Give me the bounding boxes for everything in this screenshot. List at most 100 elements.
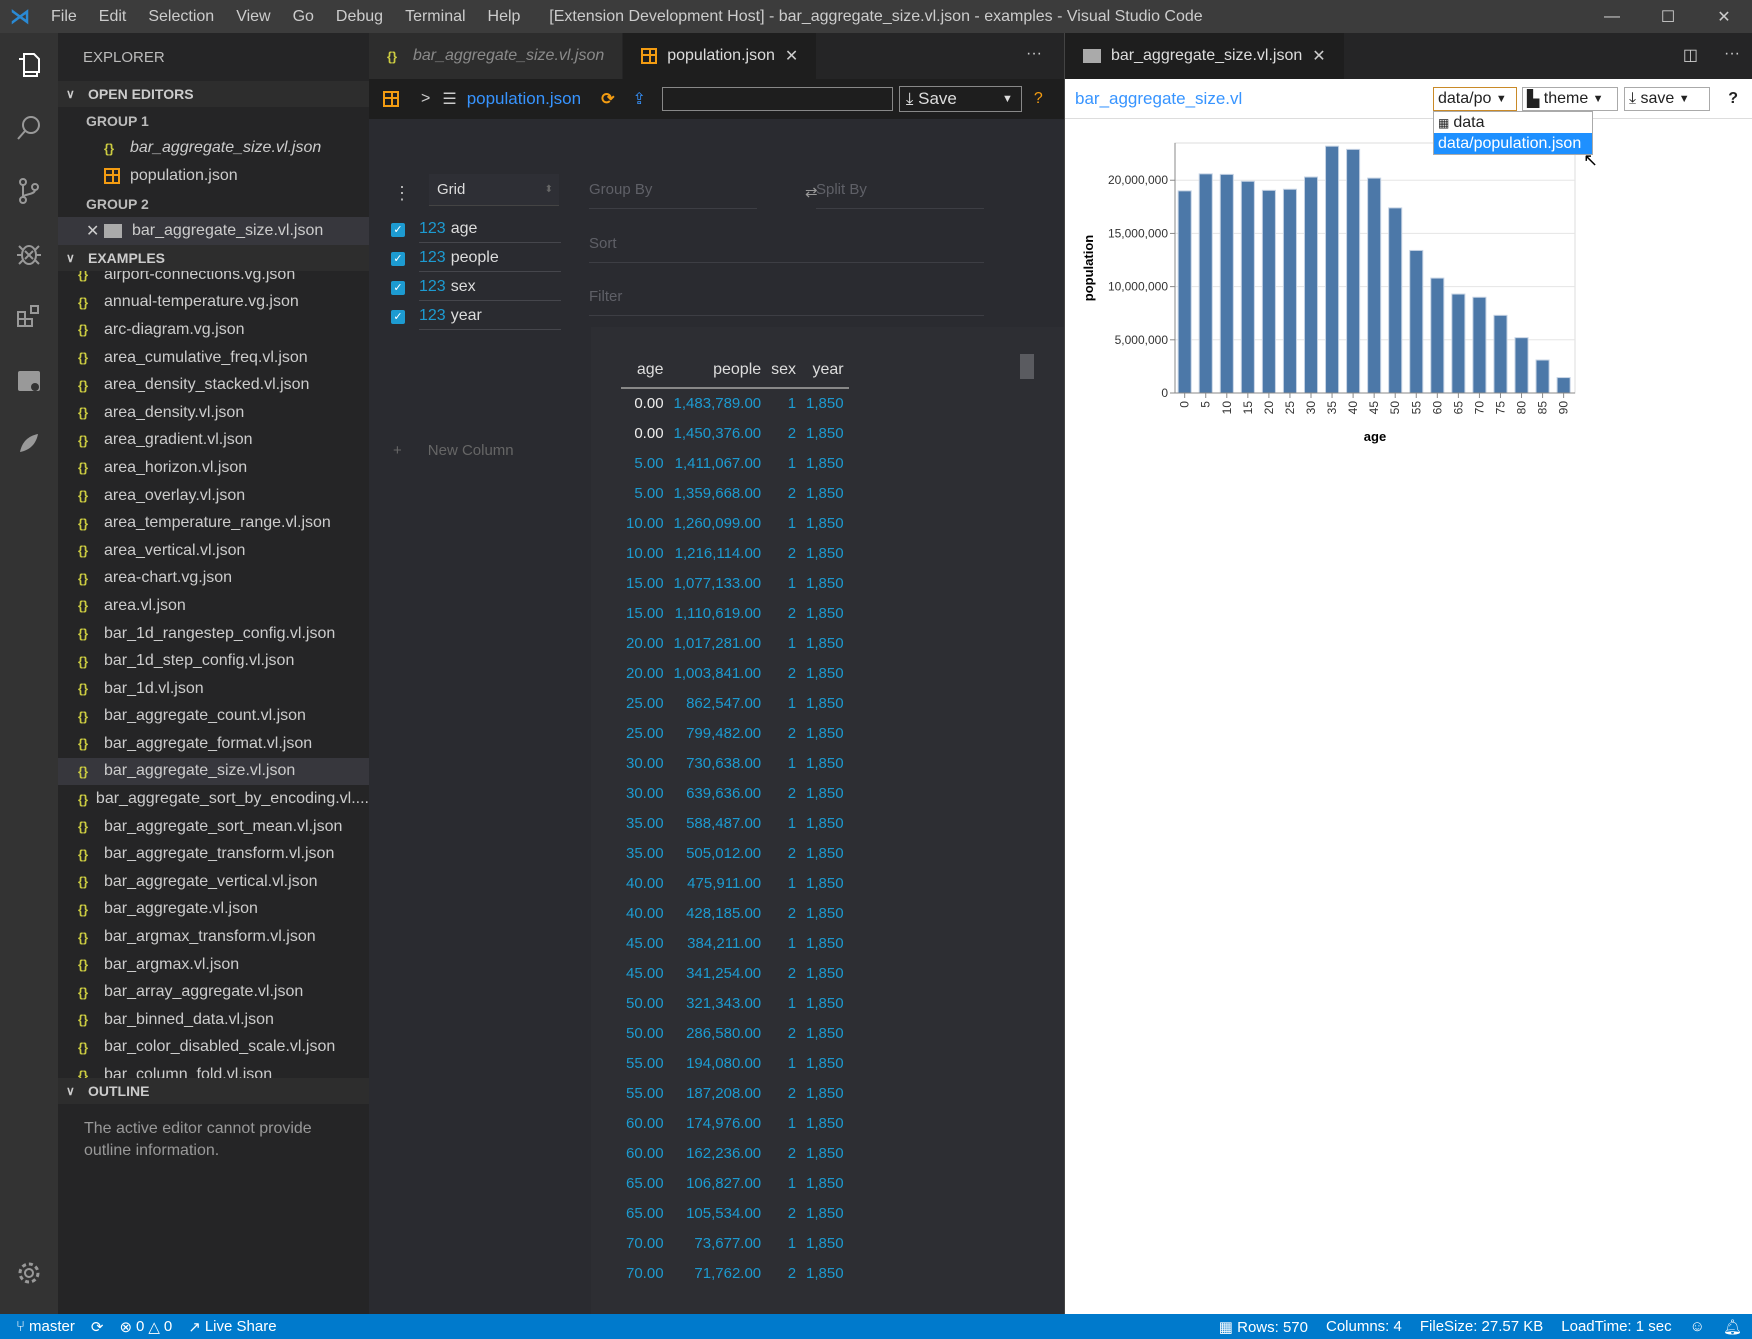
refresh-icon[interactable]: ⟳ xyxy=(601,89,614,109)
group-by-field[interactable]: Group By xyxy=(589,181,757,209)
vertical-dots-icon[interactable]: ⋮ xyxy=(393,183,411,204)
open-editor-item[interactable]: {} bar_aggregate_size.vl.json xyxy=(58,134,369,162)
example-file-item[interactable]: {} bar_aggregate_vertical.vl.json xyxy=(58,868,369,896)
example-file-item[interactable]: {} area_overlay.vl.json xyxy=(58,482,369,510)
example-file-item[interactable]: {} bar_color_disabled_scale.vl.json xyxy=(58,1034,369,1062)
menu-view[interactable]: View xyxy=(225,8,281,26)
help-button[interactable]: ? xyxy=(1728,90,1738,108)
example-file-item[interactable]: {} bar_argmax.vl.json xyxy=(58,951,369,979)
column-item-age[interactable]: ✓ 123 age xyxy=(391,216,561,243)
example-file-item[interactable]: {} area.vl.json xyxy=(58,592,369,620)
maximize-button[interactable]: ☐ xyxy=(1640,0,1696,33)
problems-item[interactable]: ⊗ 0 △ 0 xyxy=(119,1318,172,1336)
example-file-item[interactable]: {} arc-diagram.vg.json xyxy=(58,316,369,344)
example-file-item[interactable]: {} bar_aggregate_sort_mean.vl.json xyxy=(58,813,369,841)
menu-go[interactable]: Go xyxy=(282,8,325,26)
example-file-item[interactable]: {} area_temperature_range.vl.json xyxy=(58,509,369,537)
search-input[interactable] xyxy=(661,87,893,111)
example-file-item[interactable]: {} bar_1d.vl.json xyxy=(58,675,369,703)
dropdown-option-data[interactable]: ▦ data xyxy=(1434,112,1592,133)
sort-field[interactable]: Sort xyxy=(589,235,984,263)
example-file-item[interactable]: {} airport-connections.vg.json xyxy=(58,271,369,289)
example-file-item[interactable]: {} bar_array_aggregate.vl.json xyxy=(58,978,369,1006)
example-file-item[interactable]: {} bar_binned_data.vl.json xyxy=(58,1006,369,1034)
column-header[interactable]: people xyxy=(668,357,767,389)
example-file-item[interactable]: {} bar_aggregate_sort_by_encoding.vl.... xyxy=(58,785,369,813)
checkbox[interactable]: ✓ xyxy=(391,222,405,237)
spec-title-link[interactable]: bar_aggregate_size.vl xyxy=(1075,89,1242,109)
feedback-icon[interactable]: ☺ xyxy=(1690,1318,1705,1335)
tab-preview[interactable]: bar_aggregate_size.vl.json ✕ xyxy=(1065,33,1345,79)
filter-field[interactable]: Filter xyxy=(589,288,984,316)
new-column-button[interactable]: + New Column xyxy=(393,442,514,459)
example-file-item[interactable]: {} bar_1d_rangestep_config.vl.json xyxy=(58,620,369,648)
example-file-item[interactable]: {} bar_column_fold.vl.json xyxy=(58,1061,369,1078)
more-actions-icon[interactable]: ··· xyxy=(1026,45,1042,63)
example-file-item[interactable]: {} bar_1d_step_config.vl.json xyxy=(58,647,369,675)
bell-icon[interactable]: 🔔︎ xyxy=(1723,1318,1742,1336)
example-file-item[interactable]: {} area_density_stacked.vl.json xyxy=(58,371,369,399)
example-file-item[interactable]: {} area_gradient.vl.json xyxy=(58,427,369,455)
example-file-item[interactable]: {} bar_aggregate_format.vl.json xyxy=(58,730,369,758)
menu-edit[interactable]: Edit xyxy=(88,8,138,26)
theme-button[interactable]: ▙ theme ▼ xyxy=(1522,87,1618,111)
debug-icon[interactable] xyxy=(0,222,58,285)
sync-button[interactable]: ⟳ xyxy=(91,1318,104,1336)
menu-selection[interactable]: Selection xyxy=(137,8,225,26)
checkbox[interactable]: ✓ xyxy=(391,280,405,295)
dropdown-arrow-icon[interactable]: ▼ xyxy=(1002,93,1013,105)
upload-icon[interactable]: ⇪ xyxy=(632,89,645,109)
save-button[interactable]: ⤓ save ▼ xyxy=(1624,87,1710,111)
open-editors-header[interactable]: ∨ OPEN EDITORS xyxy=(58,81,369,107)
save-button[interactable]: ⤓ Save ▼ xyxy=(898,86,1022,112)
rocket-icon[interactable] xyxy=(0,411,58,474)
split-editor-icon[interactable]: ◫ xyxy=(1683,45,1698,65)
example-file-item[interactable]: {} bar_aggregate_transform.vl.json xyxy=(58,840,369,868)
column-header[interactable]: sex xyxy=(766,357,802,389)
grid-scrollbar[interactable] xyxy=(1020,354,1034,379)
split-by-field[interactable]: Split By xyxy=(816,181,984,209)
column-item-year[interactable]: ✓ 123 year xyxy=(391,303,561,330)
open-editor-item[interactable]: population.json xyxy=(58,162,369,190)
example-file-item[interactable]: {} area_density.vl.json xyxy=(58,399,369,427)
example-file-item[interactable]: {} area_horizon.vl.json xyxy=(58,454,369,482)
tab-bar-aggregate-size[interactable]: {} bar_aggregate_size.vl.json xyxy=(369,33,624,79)
tab-population[interactable]: population.json ✕ xyxy=(623,33,818,79)
search-icon[interactable] xyxy=(0,96,58,159)
help-button[interactable]: ? xyxy=(1034,90,1043,108)
live-share-icon[interactable] xyxy=(0,348,58,411)
checkbox[interactable]: ✓ xyxy=(391,251,405,266)
gear-icon[interactable] xyxy=(0,1241,58,1304)
column-item-sex[interactable]: ✓ 123 sex xyxy=(391,274,561,301)
more-actions-icon[interactable]: ··· xyxy=(1724,45,1740,65)
example-file-item[interactable]: {} bar_aggregate_count.vl.json xyxy=(58,703,369,731)
extensions-icon[interactable] xyxy=(0,285,58,348)
column-header[interactable]: age xyxy=(621,357,669,389)
column-item-people[interactable]: ✓ 123 people xyxy=(391,245,561,272)
minimize-button[interactable]: — xyxy=(1584,0,1640,33)
example-file-item[interactable]: {} annual-temperature.vg.json xyxy=(58,289,369,317)
source-control-icon[interactable] xyxy=(0,159,58,222)
close-icon[interactable]: ✕ xyxy=(1312,46,1325,66)
view-select[interactable]: Grid ⬍ xyxy=(429,174,559,206)
example-file-item[interactable]: {} bar_aggregate.vl.json xyxy=(58,896,369,924)
data-select[interactable]: data/po ▼ xyxy=(1433,87,1517,111)
close-window-button[interactable]: ✕ xyxy=(1696,0,1752,33)
open-editor-item[interactable]: ✕ bar_aggregate_size.vl.json xyxy=(58,217,369,245)
example-file-item[interactable]: {} area_cumulative_freq.vl.json xyxy=(58,344,369,372)
menu-file[interactable]: File xyxy=(40,8,88,26)
outline-header[interactable]: ∨ OUTLINE xyxy=(58,1078,369,1104)
menu-debug[interactable]: Debug xyxy=(325,8,394,26)
example-file-item[interactable]: {} bar_aggregate_size.vl.json xyxy=(58,757,369,786)
branch-item[interactable]: ⑂ master xyxy=(16,1318,75,1335)
menu-terminal[interactable]: Terminal xyxy=(394,8,476,26)
close-icon[interactable]: ✕ xyxy=(785,46,798,66)
checkbox[interactable]: ✓ xyxy=(391,309,405,324)
examples-header[interactable]: ∨ EXAMPLES xyxy=(58,245,369,271)
example-file-item[interactable]: {} bar_argmax_transform.vl.json xyxy=(58,923,369,951)
example-file-item[interactable]: {} area-chart.vg.json xyxy=(58,565,369,593)
breadcrumb-file[interactable]: population.json xyxy=(467,89,581,109)
close-icon[interactable]: ✕ xyxy=(86,221,102,241)
dropdown-option-population[interactable]: data/population.json xyxy=(1434,133,1592,154)
example-file-item[interactable]: {} area_vertical.vl.json xyxy=(58,537,369,565)
